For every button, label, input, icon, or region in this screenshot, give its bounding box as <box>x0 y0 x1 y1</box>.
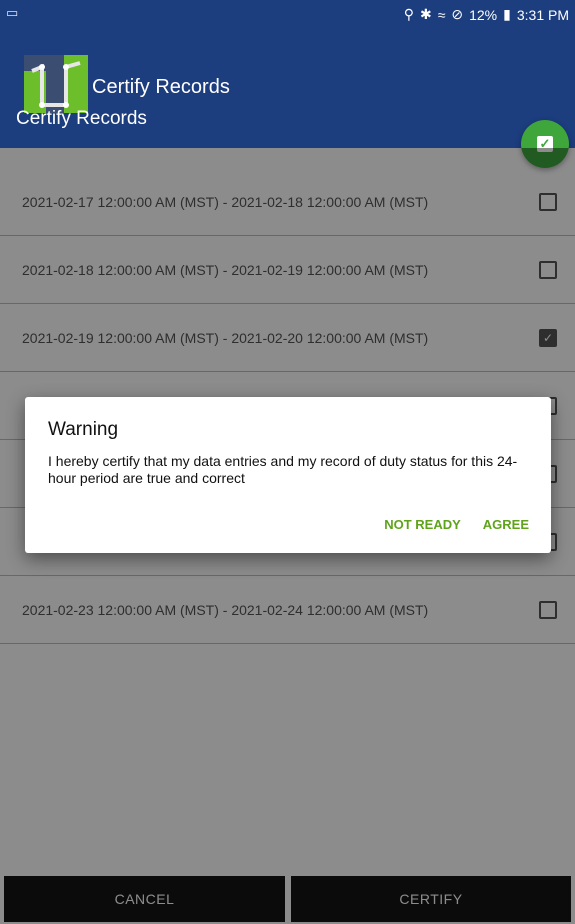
brand-name: Certify Records <box>92 76 230 98</box>
battery-icon: ▮ <box>503 6 511 22</box>
dialog-actions: NOT READY AGREE <box>384 517 529 532</box>
do-not-disturb-icon: ⊘ <box>451 6 464 22</box>
not-ready-button[interactable]: NOT READY <box>384 517 461 532</box>
agree-button[interactable]: AGREE <box>483 517 529 532</box>
bluetooth-icon: ✱ <box>419 6 432 22</box>
status-bar: ▭ ⚲ ✱ ≈ ⊘ 12% ▮ 3:31 PM <box>0 0 575 30</box>
clock: 3:31 PM <box>516 6 569 23</box>
battery-percent: 12% <box>469 6 498 23</box>
location-icon: ⚲ <box>403 6 414 22</box>
app-bar: Certify Records Certify Records <box>0 30 575 148</box>
dialog-title: Warning <box>48 419 119 440</box>
app-logo <box>24 55 88 113</box>
dialog-message: I hereby certify that my data entries an… <box>48 453 518 486</box>
page-title: Certify Records <box>16 108 147 129</box>
wifi-icon: ≈ <box>437 6 446 23</box>
status-icons: ⚲ ✱ ≈ ⊘ 12% ▮ 3:31 PM <box>404 6 569 23</box>
screenshot-icon: ▭ <box>6 5 19 20</box>
warning-dialog: Warning I hereby certify that my data en… <box>25 397 551 553</box>
